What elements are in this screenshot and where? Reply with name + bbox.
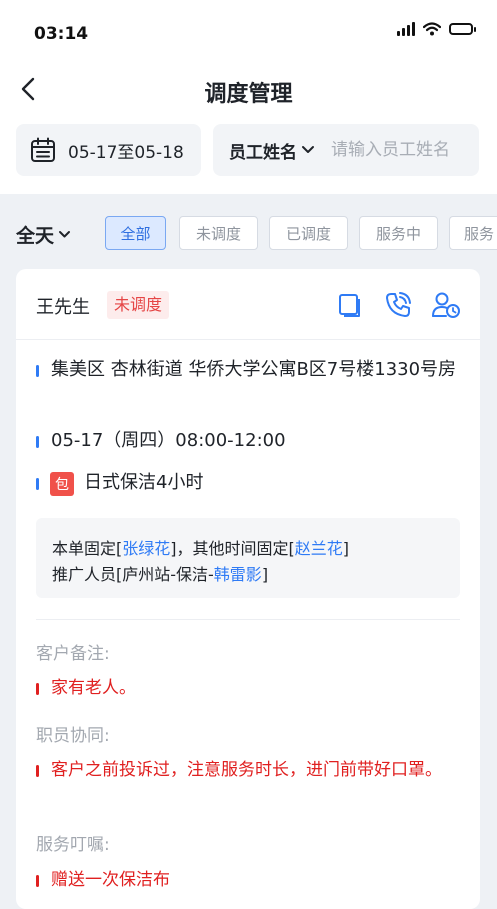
status-tabs-row: 全天 全部 未调度 已调度 服务中 服务 [0, 194, 497, 270]
employee-name-input[interactable] [331, 140, 467, 160]
employee-field-select[interactable]: 员工姓名 [229, 138, 315, 163]
chevron-down-icon [302, 146, 314, 153]
chevron-down-icon [59, 231, 71, 238]
copy-icon [339, 294, 360, 317]
service-name: 日式保洁4小时 [84, 472, 204, 493]
employee-name-filter: 员工姓名 [213, 124, 479, 176]
nav-bar: 调度管理 [0, 64, 497, 114]
order-card-header: 王先生 未调度 [16, 269, 480, 340]
service-note-bullet [36, 875, 39, 887]
tab-unscheduled[interactable]: 未调度 [179, 216, 258, 250]
time-bullet [36, 436, 39, 448]
order-card[interactable]: 王先生 未调度 集美区 杏林街道 华侨大学公寓B区7号楼1330号房 05-17… [16, 269, 480, 909]
signal-icon [397, 22, 415, 36]
service-note: 赠送一次保洁布 [51, 870, 170, 890]
tab-in-service[interactable]: 服务中 [359, 216, 438, 250]
status-badge: 未调度 [107, 291, 170, 319]
battery-icon [449, 23, 476, 35]
address-bullet [36, 365, 39, 377]
promoter-link[interactable]: 韩雷影 [214, 565, 262, 584]
assign-staff-button[interactable] [430, 289, 462, 321]
staff-note-label: 职员协同: [36, 726, 110, 746]
tab-all[interactable]: 全部 [105, 216, 166, 250]
fixed-staff-link[interactable]: 张绿花 [122, 539, 170, 558]
status-time: 03:14 [34, 24, 89, 44]
employee-field-label: 员工姓名 [229, 142, 297, 163]
page-title: 调度管理 [204, 82, 293, 107]
period-label: 全天 [16, 225, 55, 247]
user-clock-icon [432, 292, 460, 318]
period-select[interactable]: 全天 [16, 221, 71, 248]
staff-note: 客户之前投诉过，注意服务时长，进门前带好口罩。 [51, 760, 442, 780]
date-range-picker[interactable]: 05-17至05-18 [16, 124, 201, 176]
assignment-box: 本单固定[张绿花]，其他时间固定[赵兰花] 推广人员[庐州站-保洁-韩雷影] [36, 518, 460, 598]
customer-note: 家有老人。 [51, 678, 136, 698]
header-area: 03:14 调度管理 05-17至05-18 员工姓名 请输入员工姓名 [0, 0, 497, 194]
call-button[interactable] [382, 289, 414, 321]
fixed-staff-line: 本单固定[张绿花]，其他时间固定[赵兰花] [52, 539, 350, 558]
service-bullet [36, 478, 39, 490]
section-divider [36, 619, 460, 620]
package-badge: 包 [50, 472, 74, 496]
customer-note-label: 客户备注: [36, 644, 110, 664]
customer-note-bullet [36, 683, 39, 695]
wifi-icon [423, 22, 441, 36]
status-bar: 03:14 [0, 0, 497, 64]
tab-service-more[interactable]: 服务 [449, 216, 497, 250]
promoter-line: 推广人员[庐州站-保洁-韩雷影] [52, 565, 269, 584]
filter-row: 05-17至05-18 员工姓名 [0, 114, 497, 194]
service-address: 集美区 杏林街道 华侨大学公寓B区7号楼1330号房 [51, 359, 457, 380]
customer-name: 王先生 [36, 297, 90, 318]
phone-icon [386, 292, 411, 317]
service-note-label: 服务叮嘱: [36, 835, 110, 855]
other-staff-link[interactable]: 赵兰花 [295, 539, 343, 558]
staff-note-bullet [36, 765, 39, 777]
tab-scheduled[interactable]: 已调度 [269, 216, 348, 250]
copy-button[interactable] [334, 289, 366, 321]
status-icons [397, 22, 476, 36]
service-time: 05-17（周四）08:00-12:00 [51, 430, 286, 451]
calendar-icon [31, 137, 55, 162]
date-range-text: 05-17至05-18 [68, 142, 184, 163]
